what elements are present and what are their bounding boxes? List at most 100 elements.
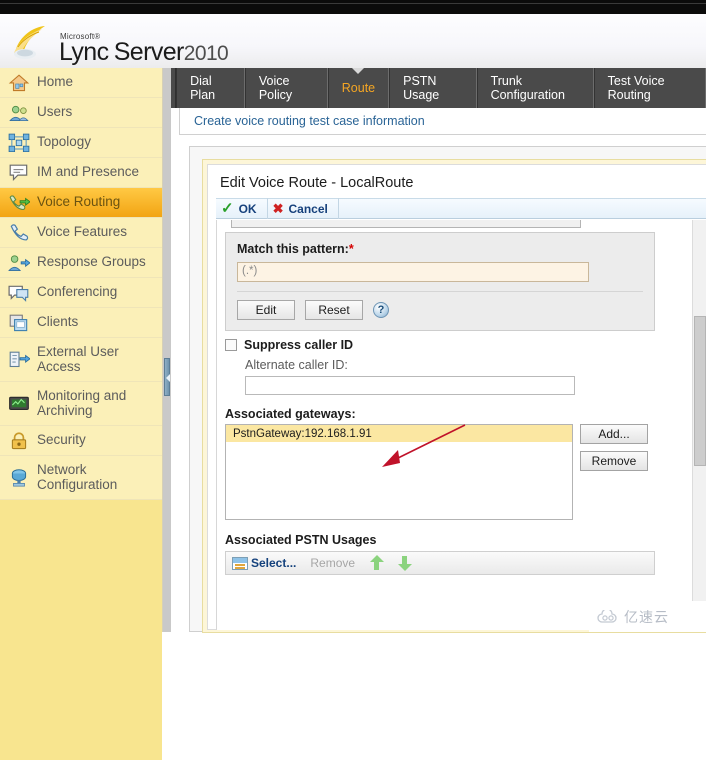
sidebar-item-network-configuration[interactable]: Network Configuration	[0, 456, 162, 500]
sidebar-item-conferencing[interactable]: Conferencing	[0, 278, 162, 308]
scrollbar-thumb[interactable]	[694, 316, 706, 466]
sidebar-item-voice-routing[interactable]: Voice Routing	[0, 188, 162, 218]
sidebar-item-label: Users	[37, 104, 73, 120]
sidebar-item-label: Conferencing	[37, 284, 118, 300]
close-icon: ✖	[272, 201, 284, 216]
sidebar-item-label: Security	[37, 432, 86, 448]
arrow-down-icon[interactable]	[397, 555, 413, 571]
sidebar-splitter[interactable]	[163, 68, 171, 632]
sidebar-item-label: Voice Routing	[37, 194, 121, 210]
required-marker: *	[348, 242, 354, 256]
select-icon	[232, 556, 248, 570]
dialog-scrollbar[interactable]	[692, 220, 706, 630]
sidebar-item-external-user-access[interactable]: External User Access	[0, 338, 162, 382]
lync-control-panel: Microsoft® Lync Server2010 Home Users Topo…	[0, 0, 706, 760]
sidebar-item-label: External User Access	[37, 343, 119, 374]
lync-logo-icon	[14, 26, 45, 59]
suppress-caller-id-label: Suppress caller ID	[244, 338, 354, 352]
sidebar-item-im-and-presence[interactable]: IM and Presence	[0, 158, 162, 188]
content-frame: Edit Voice Route - LocalRoute ✓ OK ✖ Can…	[189, 146, 706, 633]
arrow-up-icon[interactable]	[369, 555, 385, 571]
alternate-caller-id-label: Alternate caller ID:	[245, 358, 348, 372]
cancel-button[interactable]: ✖ Cancel	[268, 198, 339, 219]
tab-trunk-configuration[interactable]: Trunk Configuration	[476, 68, 594, 108]
suppress-caller-id-checkbox[interactable]	[225, 339, 237, 351]
match-pattern-label: Match this pattern:*	[237, 242, 643, 256]
previous-field-partial	[231, 220, 581, 228]
add-gateway-button[interactable]: Add...	[580, 424, 648, 444]
dialog-form: Match this pattern:* (.*) Edit Reset ? S…	[217, 220, 693, 630]
sidebar-item-label: Home	[37, 74, 74, 90]
help-icon[interactable]: ?	[373, 302, 389, 318]
cloud-icon	[597, 609, 617, 623]
select-label: Select...	[251, 556, 297, 570]
topology-icon	[8, 133, 30, 153]
match-pattern-group: Match this pattern:* (.*) Edit Reset ?	[225, 232, 655, 331]
dialog-scroll-area: Match this pattern:* (.*) Edit Reset ? S…	[216, 220, 706, 630]
pstn-usages-toolbar: Select... Remove	[225, 551, 655, 575]
sidebar-item-topology[interactable]: Topology	[0, 128, 162, 158]
lock-icon	[8, 431, 30, 451]
users-icon	[8, 103, 30, 123]
alternate-caller-id-input[interactable]	[245, 376, 575, 395]
breadcrumb-bar: Create voice routing test case informati…	[171, 108, 706, 136]
suppress-caller-id-row[interactable]: Suppress caller ID	[225, 338, 353, 352]
ok-button[interactable]: ✓ OK	[216, 198, 268, 219]
reset-button[interactable]: Reset	[305, 300, 363, 320]
sidebar-item-security[interactable]: Security	[0, 426, 162, 456]
match-pattern-input[interactable]: (.*)	[237, 262, 589, 282]
select-pstn-usage-button[interactable]: Select...	[232, 556, 296, 570]
watermark: 亿速云	[589, 601, 706, 632]
chat-icon	[8, 163, 30, 183]
divider	[237, 291, 643, 292]
response-group-icon	[8, 253, 31, 273]
sidebar-item-label: Clients	[37, 314, 79, 330]
sidebar-filler	[0, 500, 162, 760]
gateway-list-item[interactable]: PstnGateway:192.168.1.91	[226, 425, 572, 442]
sidebar-item-label: Voice Features	[37, 224, 128, 240]
brand-year: 2010	[183, 42, 229, 65]
edit-button[interactable]: Edit	[237, 300, 295, 320]
external-user-icon	[8, 350, 31, 370]
brand-header: Microsoft® Lync Server2010	[0, 14, 706, 68]
pattern-button-row: Edit Reset ?	[237, 300, 643, 320]
edit-voice-route-dialog: Edit Voice Route - LocalRoute ✓ OK ✖ Can…	[202, 159, 706, 633]
sidebar-item-response-groups[interactable]: Response Groups	[0, 248, 162, 278]
tab-route[interactable]: Route	[327, 68, 390, 108]
sidebar-item-label: Network Configuration	[37, 461, 118, 492]
sidebar-item-label: Topology	[37, 134, 92, 150]
checkmark-icon: ✓	[221, 200, 234, 217]
remove-gateway-button[interactable]: Remove	[580, 451, 648, 471]
monitoring-icon	[8, 394, 30, 414]
phone-icon	[8, 223, 30, 243]
associated-gateways-list[interactable]: PstnGateway:192.168.1.91	[225, 424, 573, 520]
match-pattern-label-text: Match this pattern:	[237, 242, 349, 256]
watermark-text: 亿速云	[624, 608, 669, 625]
window-top-strip	[0, 0, 706, 14]
sidebar-item-home[interactable]: Home	[0, 68, 162, 98]
tab-pstn-usage[interactable]: PSTN Usage	[389, 68, 477, 108]
tab-voice-policy[interactable]: Voice Policy	[244, 68, 328, 108]
tab-bar: Dial Plan Voice Policy Route PSTN Usage Trun…	[171, 68, 706, 108]
sidebar-collapse-handle[interactable]	[164, 358, 170, 396]
sidebar-item-clients[interactable]: Clients	[0, 308, 162, 338]
brand-product: Lync	[59, 38, 109, 66]
sidebar-item-label: IM and Presence	[37, 164, 140, 180]
main-pane: Dial Plan Voice Policy Route PSTN Usage Trun…	[171, 68, 706, 633]
home-icon	[8, 73, 30, 93]
associated-pstn-usages-label: Associated PSTN Usages	[225, 533, 377, 547]
tab-test-voice-routing[interactable]: Test Voice Routing	[593, 68, 706, 108]
sidebar-item-voice-features[interactable]: Voice Features	[0, 218, 162, 248]
conferencing-icon	[8, 283, 30, 303]
sidebar-item-users[interactable]: Users	[0, 98, 162, 128]
tab-dial-plan[interactable]: Dial Plan	[176, 68, 245, 108]
voice-routing-icon	[8, 193, 31, 213]
dialog-title: Edit Voice Route - LocalRoute	[220, 175, 414, 191]
remove-pstn-usage-button[interactable]: Remove	[310, 556, 355, 570]
sidebar-item-monitoring-and-archiving[interactable]: Monitoring and Archiving	[0, 382, 162, 426]
brand-product2: Server	[113, 38, 185, 66]
sidebar-item-label: Response Groups	[37, 254, 146, 270]
network-icon	[8, 468, 30, 488]
remove-pstn-label: Remove	[310, 556, 356, 570]
breadcrumb-link[interactable]: Create voice routing test case informati…	[194, 114, 425, 128]
